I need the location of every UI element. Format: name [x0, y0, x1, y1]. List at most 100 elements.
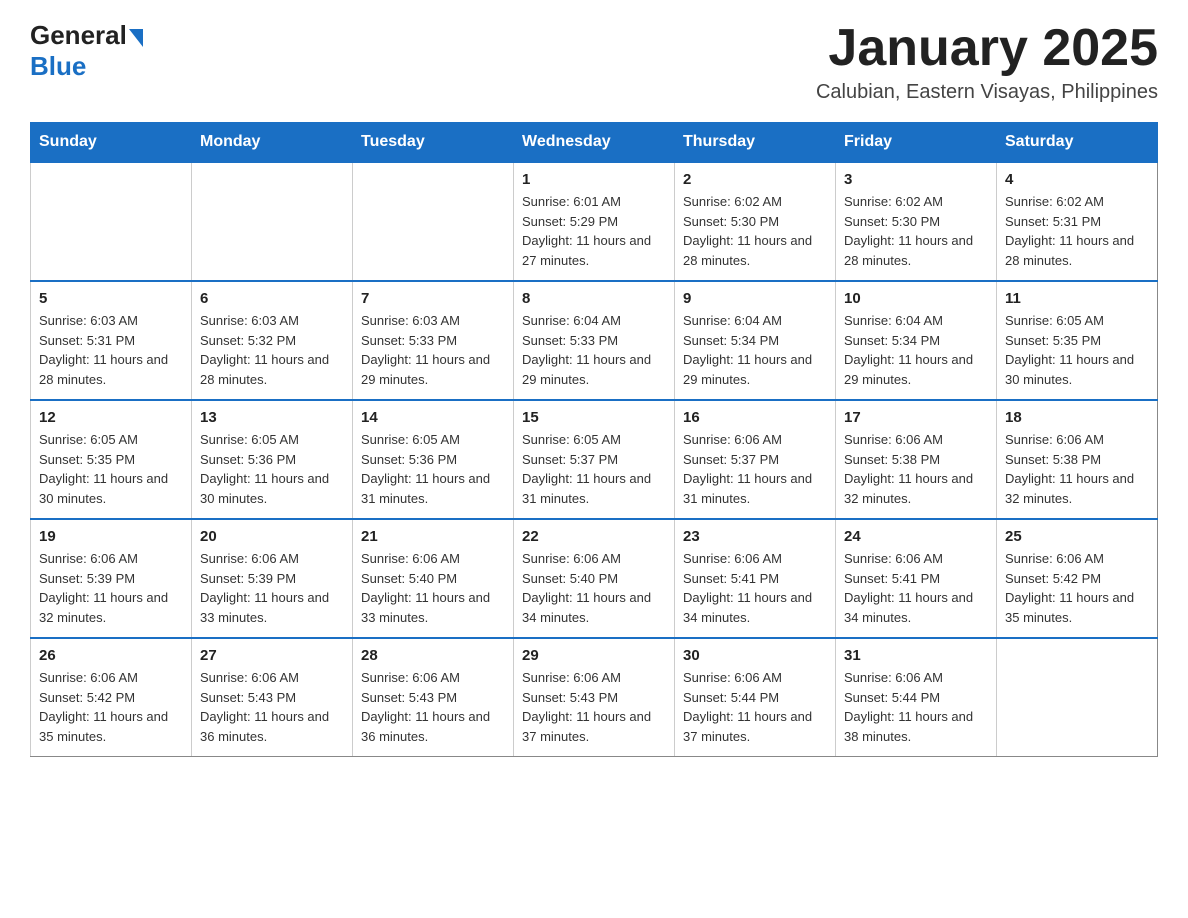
calendar-cell: 5 Sunrise: 6:03 AM Sunset: 5:31 PM Daylig…	[31, 281, 192, 400]
logo-blue-text: Blue	[30, 51, 86, 82]
day-info: Sunrise: 6:06 AM Sunset: 5:44 PM Dayligh…	[844, 668, 988, 746]
calendar-cell: 18Sunrise: 6:06 AM Sunset: 5:38 PM Dayli…	[997, 400, 1158, 519]
calendar-cell	[192, 162, 353, 281]
day-info: Sunrise: 6:06 AM Sunset: 5:38 PM Dayligh…	[844, 430, 988, 508]
week-row-5: 26 Sunrise: 6:06 AM Sunset: 5:42 PM Dayli…	[31, 638, 1158, 757]
day-info: Sunrise: 6:06 AM Sunset: 5:39 PM Dayligh…	[200, 549, 344, 627]
header-day-sunday: Sunday	[31, 123, 192, 163]
week-row-1: 1 Sunrise: 6:01 AM Sunset: 5:29 PM Daylig…	[31, 162, 1158, 281]
calendar-cell: 2Sunrise: 6:02 AM Sunset: 5:30 PM Daylig…	[675, 162, 836, 281]
week-row-4: 19 Sunrise: 6:06 AM Sunset: 5:39 PM Dayli…	[31, 519, 1158, 638]
calendar-cell: 25 Sunrise: 6:06 AM Sunset: 5:42 PM Dayli…	[997, 519, 1158, 638]
day-number: 1	[522, 171, 666, 188]
day-info: Sunrise: 6:06 AM Sunset: 5:43 PM Dayligh…	[200, 668, 344, 746]
calendar-cell: 8Sunrise: 6:04 AM Sunset: 5:33 PM Daylig…	[514, 281, 675, 400]
day-info: Sunrise: 6:06 AM Sunset: 5:41 PM Dayligh…	[844, 549, 988, 627]
day-info: Sunrise: 6:03 AM Sunset: 5:32 PM Dayligh…	[200, 311, 344, 389]
day-number: 19	[39, 528, 183, 545]
calendar-table: SundayMondayTuesdayWednesdayThursdayFrid…	[30, 122, 1158, 757]
day-number: 21	[361, 528, 505, 545]
calendar-cell	[353, 162, 514, 281]
calendar-cell: 16Sunrise: 6:06 AM Sunset: 5:37 PM Dayli…	[675, 400, 836, 519]
title-area: January 2025 Calubian, Eastern Visayas, …	[816, 20, 1158, 104]
day-number: 22	[522, 528, 666, 545]
calendar-cell: 17 Sunrise: 6:06 AM Sunset: 5:38 PM Dayli…	[836, 400, 997, 519]
day-number: 27	[200, 647, 344, 664]
day-number: 25	[1005, 528, 1149, 545]
week-row-3: 12 Sunrise: 6:05 AM Sunset: 5:35 PM Dayli…	[31, 400, 1158, 519]
day-number: 3	[844, 171, 988, 188]
day-info: Sunrise: 6:05 AM Sunset: 5:36 PM Dayligh…	[200, 430, 344, 508]
logo-general-text: General	[30, 20, 127, 51]
day-info: Sunrise: 6:06 AM Sunset: 5:40 PM Dayligh…	[522, 549, 666, 627]
calendar-cell: 11 Sunrise: 6:05 AM Sunset: 5:35 PM Dayli…	[997, 281, 1158, 400]
calendar-subtitle: Calubian, Eastern Visayas, Philippines	[816, 81, 1158, 104]
page-header: General Blue January 2025 Calubian, East…	[30, 20, 1158, 104]
calendar-cell: 28 Sunrise: 6:06 AM Sunset: 5:43 PM Dayli…	[353, 638, 514, 757]
day-info: Sunrise: 6:06 AM Sunset: 5:42 PM Dayligh…	[39, 668, 183, 746]
day-info: Sunrise: 6:06 AM Sunset: 5:40 PM Dayligh…	[361, 549, 505, 627]
header-day-thursday: Thursday	[675, 123, 836, 163]
logo-inner: General Blue	[30, 20, 143, 82]
day-number: 23	[683, 528, 827, 545]
day-number: 2	[683, 171, 827, 188]
day-info: Sunrise: 6:02 AM Sunset: 5:31 PM Dayligh…	[1005, 192, 1149, 270]
day-number: 17	[844, 409, 988, 426]
day-number: 29	[522, 647, 666, 664]
day-number: 5	[39, 290, 183, 307]
header-day-saturday: Saturday	[997, 123, 1158, 163]
day-number: 8	[522, 290, 666, 307]
day-info: Sunrise: 6:01 AM Sunset: 5:29 PM Dayligh…	[522, 192, 666, 270]
day-number: 11	[1005, 290, 1149, 307]
day-number: 30	[683, 647, 827, 664]
day-number: 24	[844, 528, 988, 545]
day-info: Sunrise: 6:05 AM Sunset: 5:35 PM Dayligh…	[39, 430, 183, 508]
day-number: 12	[39, 409, 183, 426]
calendar-cell: 24 Sunrise: 6:06 AM Sunset: 5:41 PM Dayli…	[836, 519, 997, 638]
calendar-cell: 27 Sunrise: 6:06 AM Sunset: 5:43 PM Dayli…	[192, 638, 353, 757]
day-info: Sunrise: 6:06 AM Sunset: 5:44 PM Dayligh…	[683, 668, 827, 746]
calendar-cell: 6 Sunrise: 6:03 AM Sunset: 5:32 PM Daylig…	[192, 281, 353, 400]
calendar-cell: 15Sunrise: 6:05 AM Sunset: 5:37 PM Dayli…	[514, 400, 675, 519]
calendar-cell: 7Sunrise: 6:03 AM Sunset: 5:33 PM Daylig…	[353, 281, 514, 400]
logo-triangle-icon	[129, 29, 143, 47]
calendar-cell: 13 Sunrise: 6:05 AM Sunset: 5:36 PM Dayli…	[192, 400, 353, 519]
calendar-cell: 3Sunrise: 6:02 AM Sunset: 5:30 PM Daylig…	[836, 162, 997, 281]
day-info: Sunrise: 6:06 AM Sunset: 5:43 PM Dayligh…	[522, 668, 666, 746]
calendar-cell: 30 Sunrise: 6:06 AM Sunset: 5:44 PM Dayli…	[675, 638, 836, 757]
day-number: 13	[200, 409, 344, 426]
day-info: Sunrise: 6:06 AM Sunset: 5:43 PM Dayligh…	[361, 668, 505, 746]
calendar-cell	[31, 162, 192, 281]
calendar-cell	[997, 638, 1158, 757]
day-info: Sunrise: 6:06 AM Sunset: 5:37 PM Dayligh…	[683, 430, 827, 508]
calendar-header: SundayMondayTuesdayWednesdayThursdayFrid…	[31, 123, 1158, 163]
week-row-2: 5 Sunrise: 6:03 AM Sunset: 5:31 PM Daylig…	[31, 281, 1158, 400]
day-info: Sunrise: 6:05 AM Sunset: 5:35 PM Dayligh…	[1005, 311, 1149, 389]
day-number: 6	[200, 290, 344, 307]
day-number: 28	[361, 647, 505, 664]
calendar-cell: 19 Sunrise: 6:06 AM Sunset: 5:39 PM Dayli…	[31, 519, 192, 638]
day-info: Sunrise: 6:04 AM Sunset: 5:34 PM Dayligh…	[683, 311, 827, 389]
day-number: 15	[522, 409, 666, 426]
header-day-friday: Friday	[836, 123, 997, 163]
header-day-tuesday: Tuesday	[353, 123, 514, 163]
calendar-cell: 29 Sunrise: 6:06 AM Sunset: 5:43 PM Dayli…	[514, 638, 675, 757]
day-number: 14	[361, 409, 505, 426]
day-number: 18	[1005, 409, 1149, 426]
day-info: Sunrise: 6:04 AM Sunset: 5:34 PM Dayligh…	[844, 311, 988, 389]
day-info: Sunrise: 6:05 AM Sunset: 5:36 PM Dayligh…	[361, 430, 505, 508]
day-info: Sunrise: 6:06 AM Sunset: 5:42 PM Dayligh…	[1005, 549, 1149, 627]
day-number: 26	[39, 647, 183, 664]
day-number: 31	[844, 647, 988, 664]
calendar-cell: 1 Sunrise: 6:01 AM Sunset: 5:29 PM Daylig…	[514, 162, 675, 281]
calendar-cell: 22 Sunrise: 6:06 AM Sunset: 5:40 PM Dayli…	[514, 519, 675, 638]
day-number: 20	[200, 528, 344, 545]
calendar-cell: 21 Sunrise: 6:06 AM Sunset: 5:40 PM Dayli…	[353, 519, 514, 638]
calendar-cell: 14 Sunrise: 6:05 AM Sunset: 5:36 PM Dayli…	[353, 400, 514, 519]
day-info: Sunrise: 6:03 AM Sunset: 5:33 PM Dayligh…	[361, 311, 505, 389]
day-info: Sunrise: 6:06 AM Sunset: 5:39 PM Dayligh…	[39, 549, 183, 627]
calendar-cell: 9Sunrise: 6:04 AM Sunset: 5:34 PM Daylig…	[675, 281, 836, 400]
day-info: Sunrise: 6:03 AM Sunset: 5:31 PM Dayligh…	[39, 311, 183, 389]
calendar-cell: 4 Sunrise: 6:02 AM Sunset: 5:31 PM Daylig…	[997, 162, 1158, 281]
day-number: 4	[1005, 171, 1149, 188]
